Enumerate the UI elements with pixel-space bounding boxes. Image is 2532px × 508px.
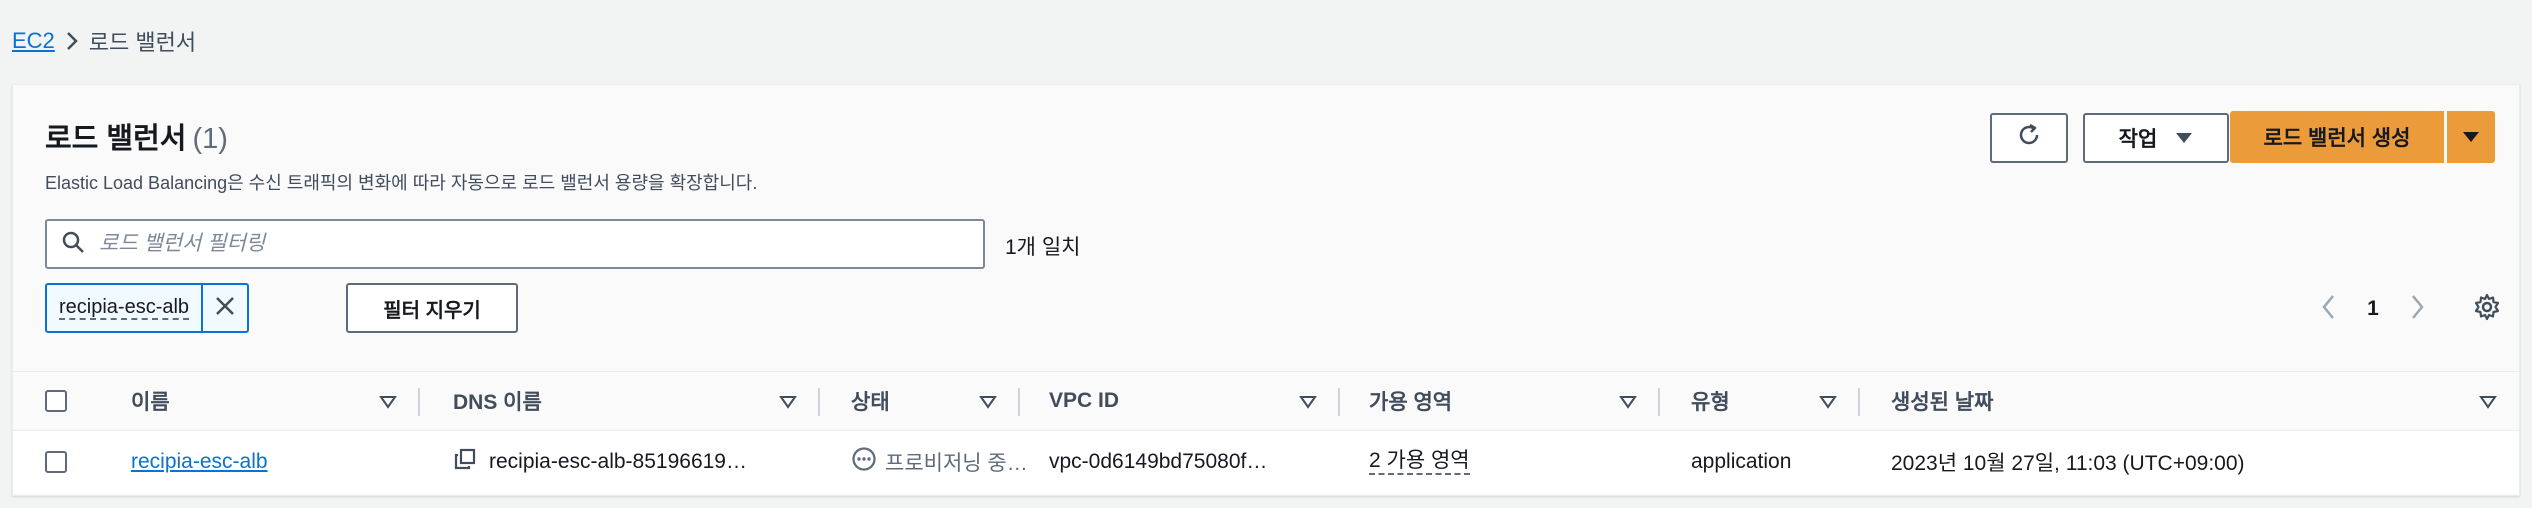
column-divider[interactable] bbox=[1858, 388, 1860, 416]
sort-icon[interactable] bbox=[779, 393, 797, 416]
caret-down-icon bbox=[2462, 125, 2480, 149]
filter-token-label[interactable]: recipia-esc-alb bbox=[47, 285, 204, 331]
cell-vpc: vpc-0d6149bd75080f… bbox=[1049, 450, 1268, 473]
select-all-checkbox[interactable] bbox=[45, 390, 67, 412]
table-row[interactable]: recipia-esc-alb recipia-esc-alb-85196619… bbox=[13, 431, 2519, 493]
load-balancer-name-link[interactable]: recipia-esc-alb bbox=[131, 450, 268, 474]
page-title-text: 로드 밸런서 bbox=[45, 123, 187, 155]
column-header-vpc[interactable]: VPC ID bbox=[1049, 372, 1119, 430]
create-label: 로드 밸런서 생성 bbox=[2263, 127, 2411, 150]
page-title: 로드 밸런서 (1) bbox=[45, 115, 228, 157]
actions-label: 작업 bbox=[2118, 128, 2158, 151]
table-settings-button[interactable] bbox=[2467, 291, 2507, 327]
chevron-right-icon bbox=[2411, 294, 2425, 325]
filter-token-text: recipia-esc-alb bbox=[59, 296, 190, 320]
search-icon bbox=[61, 230, 85, 259]
breadcrumb-ec2-link[interactable]: EC2 bbox=[12, 28, 55, 54]
sort-icon[interactable] bbox=[2479, 393, 2497, 416]
actions-dropdown-button[interactable]: 작업 bbox=[2083, 113, 2229, 163]
create-load-balancer-button[interactable]: 로드 밸런서 생성 bbox=[2230, 111, 2444, 163]
column-header-type[interactable]: 유형 bbox=[1691, 372, 1730, 430]
clear-filters-label: 필터 지우기 bbox=[383, 299, 481, 322]
refresh-button[interactable] bbox=[1990, 113, 2068, 163]
status-text: 프로비저닝 중… bbox=[885, 452, 1028, 475]
chevron-right-icon bbox=[55, 26, 89, 56]
copy-icon[interactable] bbox=[453, 447, 477, 477]
match-count: 1개 일치 bbox=[1005, 236, 1081, 259]
sort-icon[interactable] bbox=[1619, 393, 1637, 416]
caret-down-icon bbox=[2175, 126, 2193, 150]
column-divider[interactable] bbox=[1658, 388, 1660, 416]
search-input[interactable] bbox=[99, 232, 959, 256]
table-header: 이름 DNS 이름 상태 VPC ID 가용 영역 유형 생성된 날짜 bbox=[13, 371, 2519, 431]
cell-type: application bbox=[1691, 450, 1792, 473]
breadcrumb: EC2 로드 밸런서 bbox=[12, 26, 196, 56]
column-header-dns[interactable]: DNS 이름 bbox=[453, 372, 542, 430]
cell-name: recipia-esc-alb bbox=[131, 431, 268, 493]
gear-icon bbox=[2473, 293, 2501, 326]
cell-status: 프로비저닝 중… bbox=[851, 431, 1028, 493]
column-divider[interactable] bbox=[1018, 388, 1020, 416]
next-page-button[interactable] bbox=[2403, 291, 2433, 327]
sort-icon[interactable] bbox=[1299, 393, 1317, 416]
search-field[interactable] bbox=[45, 219, 985, 269]
availability-zones-popover[interactable]: 2 가용 영역 bbox=[1369, 449, 1470, 475]
column-divider[interactable] bbox=[818, 388, 820, 416]
cell-az: 2 가용 영역 bbox=[1369, 431, 1470, 493]
item-count: (1) bbox=[192, 123, 228, 155]
close-icon bbox=[215, 296, 235, 321]
column-header-status[interactable]: 상태 bbox=[851, 372, 890, 430]
chevron-left-icon bbox=[2321, 294, 2335, 325]
page-number-button[interactable]: 1 bbox=[2353, 291, 2393, 327]
load-balancers-panel: 로드 밸런서 (1) Elastic Load Balancing은 수신 트래픽… bbox=[12, 84, 2520, 496]
column-header-created[interactable]: 생성된 날짜 bbox=[1891, 372, 1993, 430]
pending-icon bbox=[851, 446, 877, 478]
sort-icon[interactable] bbox=[379, 393, 397, 416]
column-header-name[interactable]: 이름 bbox=[131, 372, 170, 430]
column-header-az[interactable]: 가용 영역 bbox=[1369, 372, 1452, 430]
column-divider[interactable] bbox=[1338, 388, 1340, 416]
page-description: Elastic Load Balancing은 수신 트래픽의 변화에 따라 자… bbox=[45, 173, 758, 193]
cell-dns: recipia-esc-alb-85196619… bbox=[453, 431, 747, 493]
row-checkbox[interactable] bbox=[45, 451, 67, 473]
breadcrumb-current: 로드 밸런서 bbox=[88, 30, 197, 55]
row-checkbox-cell bbox=[45, 431, 67, 493]
select-all-checkbox-cell bbox=[45, 372, 67, 430]
column-divider[interactable] bbox=[418, 388, 420, 416]
dns-name-text: recipia-esc-alb-85196619… bbox=[489, 450, 747, 473]
filter-token: recipia-esc-alb bbox=[45, 283, 250, 333]
clear-filters-button[interactable]: 필터 지우기 bbox=[346, 283, 518, 333]
cell-created: 2023년 10월 27일, 11:03 (UTC+09:00) bbox=[1891, 452, 2245, 475]
previous-page-button[interactable] bbox=[2313, 291, 2343, 327]
refresh-icon bbox=[2015, 121, 2043, 155]
create-dropdown-button[interactable] bbox=[2447, 111, 2495, 163]
sort-icon[interactable] bbox=[1819, 393, 1837, 416]
sort-icon[interactable] bbox=[979, 393, 997, 416]
remove-filter-button[interactable] bbox=[203, 285, 247, 331]
